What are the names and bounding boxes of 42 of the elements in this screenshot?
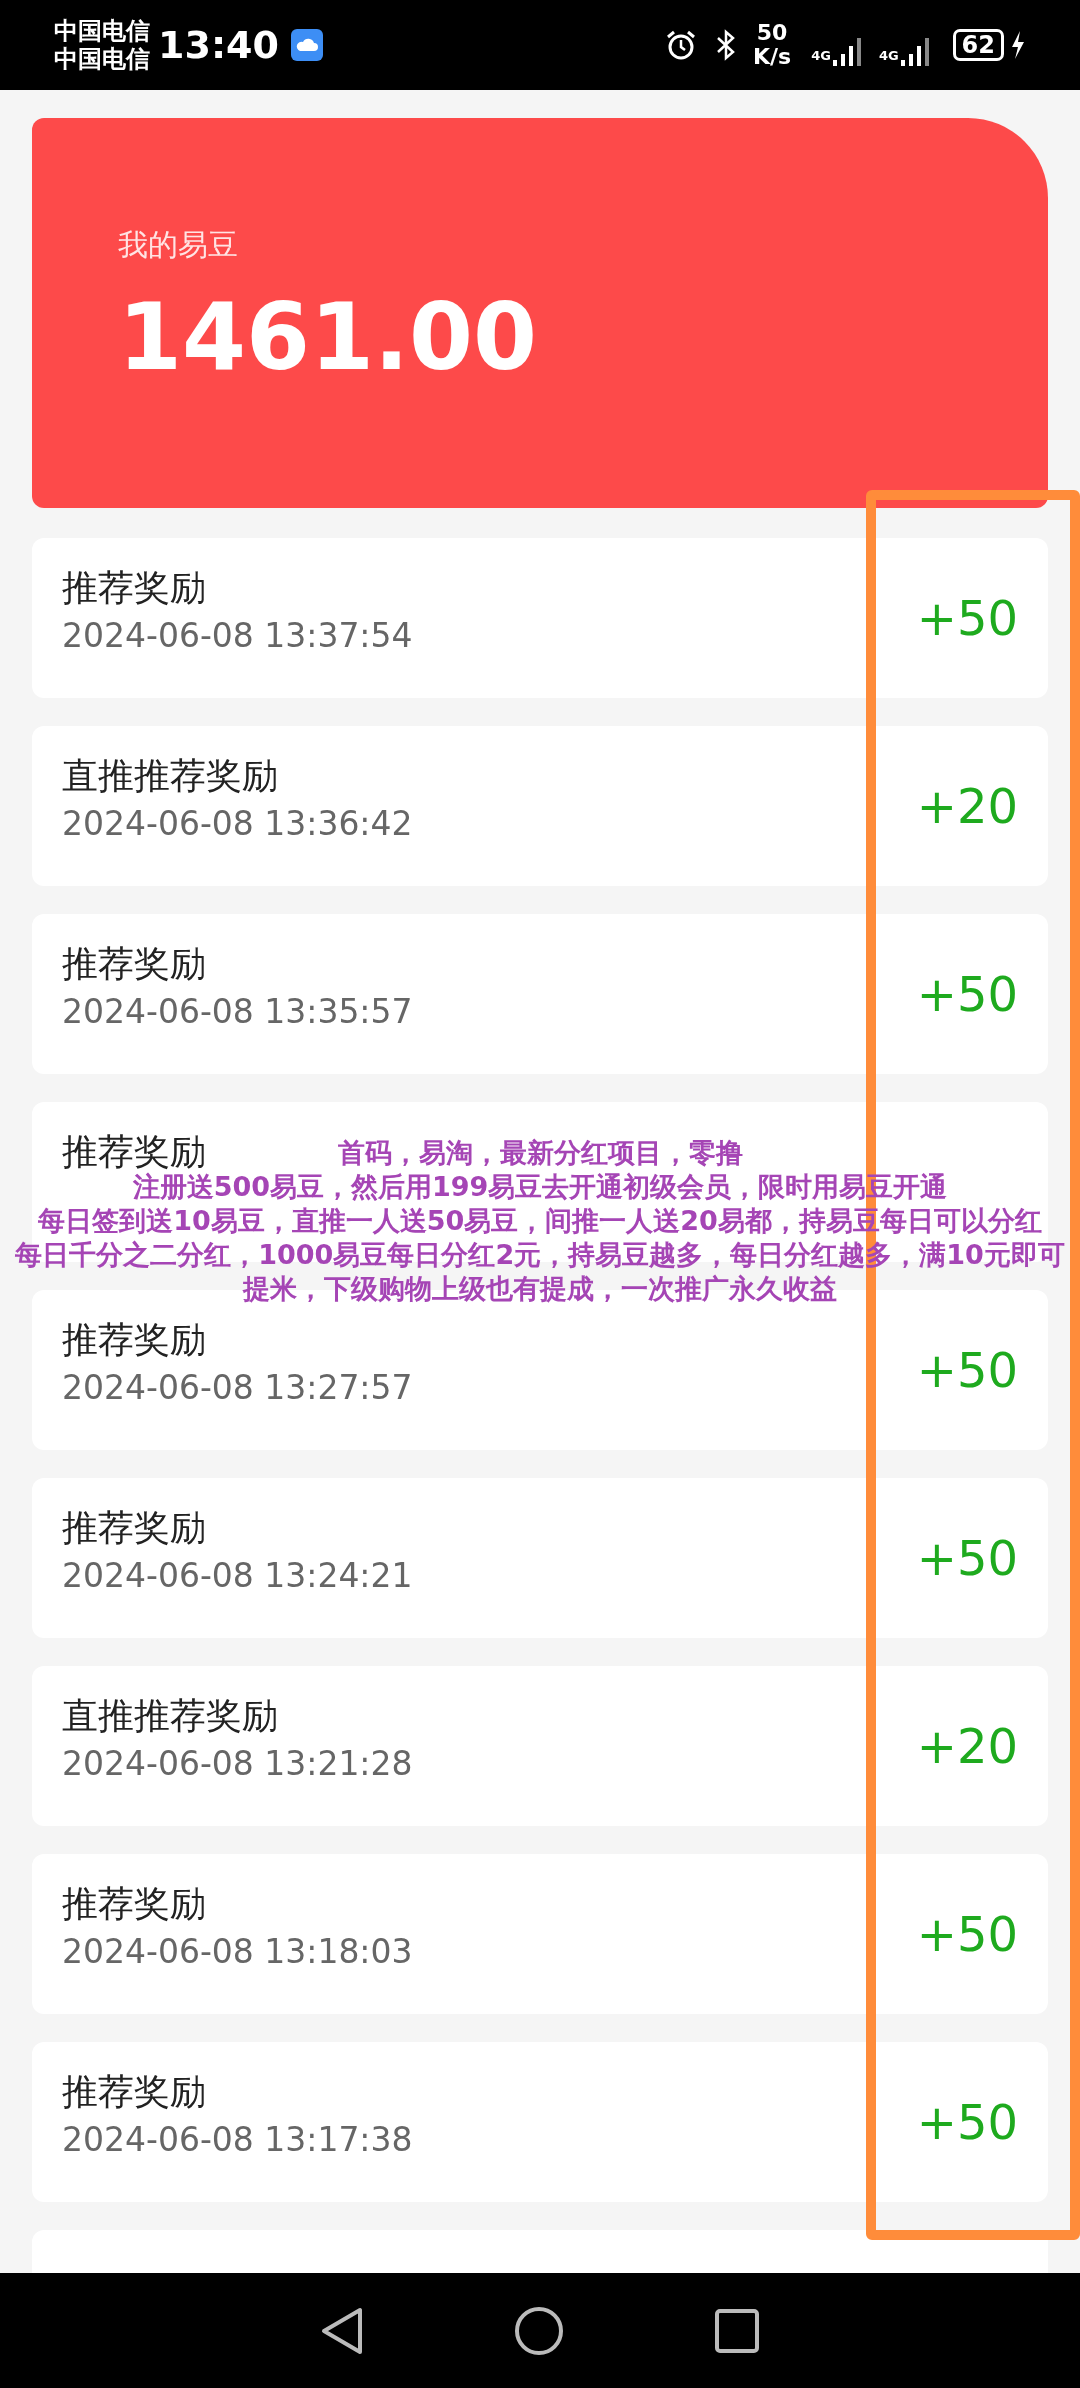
- network-type: 4G: [811, 47, 831, 66]
- alarm-icon: [664, 29, 697, 61]
- record-title: 推荐奖励: [62, 1508, 206, 1548]
- network-speed: 50: [756, 21, 788, 45]
- network-type: 4G: [878, 47, 899, 66]
- record-amount: +50: [916, 2093, 1018, 2152]
- charging-icon: [1010, 30, 1026, 60]
- record-title: 推荐奖励: [62, 944, 206, 984]
- record-amount: +50: [916, 1905, 1018, 1964]
- record-title: 推荐奖励: [62, 1884, 206, 1924]
- record-amount: +20: [916, 777, 1018, 836]
- record-title: 推荐奖励: [62, 1132, 206, 1172]
- recents-icon[interactable]: [714, 2307, 760, 2354]
- balance-label: 我的易豆: [118, 226, 238, 264]
- record-time: 2024-06-08 13:17:38: [62, 2119, 413, 2161]
- record-time: 2024-06-08 13:27:57: [62, 1367, 413, 1409]
- speed-unit: K/s: [752, 45, 792, 69]
- record-amount: +50: [916, 1341, 1018, 1400]
- record-title: 直推推荐奖励: [62, 1696, 278, 1736]
- record-time: 2024-06-08 13:21:28: [62, 1743, 413, 1785]
- record-title: 推荐奖励: [62, 2072, 206, 2112]
- record-time: 2024-06-08 13:24:21: [62, 1555, 413, 1597]
- record-time: 2024-06-08 13:37:54: [62, 615, 413, 657]
- record-amount: +50: [916, 589, 1018, 648]
- record-time: 2024-06-08 13:18:03: [62, 1931, 413, 1973]
- record-amount: +50: [916, 1529, 1018, 1588]
- record-title: 直推推荐奖励: [62, 756, 278, 796]
- caption-text: 首码，易淘，最新分红项目，零撸: [337, 1136, 743, 1170]
- weather-app-icon: [290, 29, 323, 61]
- carrier-name: 中国电信: [54, 45, 150, 73]
- record-amount: +20: [916, 1717, 1018, 1776]
- record-time: 2024-06-08 13:36:42: [62, 803, 413, 845]
- balance-amount: 1461.00: [118, 287, 538, 389]
- home-icon[interactable]: [514, 2305, 564, 2356]
- record-title: 推荐奖励: [62, 1320, 206, 1360]
- back-icon[interactable]: [320, 2306, 364, 2355]
- clock-time: 13:40: [158, 21, 279, 69]
- record-title: 推荐奖励: [62, 568, 206, 608]
- record-time: 2024-06-08 13:35:57: [62, 991, 413, 1033]
- battery-indicator: 62: [952, 29, 1004, 61]
- carrier-name: 中国电信: [54, 17, 150, 45]
- record-amount: +50: [916, 965, 1018, 1024]
